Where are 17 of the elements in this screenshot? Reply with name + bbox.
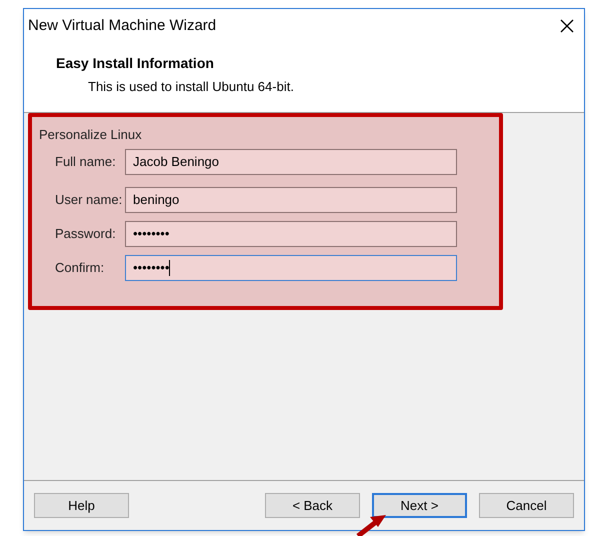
- page-subtitle: This is used to install Ubuntu 64-bit.: [87, 78, 295, 96]
- field-label: Password:: [54, 224, 117, 243]
- input-field[interactable]: ••••••••: [125, 254, 457, 280]
- page-title: Easy Install Information: [56, 54, 215, 73]
- dialog-button[interactable]: Next >: [372, 493, 467, 518]
- field-label: User name:: [54, 190, 124, 209]
- input-field[interactable]: ••••••••: [125, 220, 457, 246]
- input-field[interactable]: beningo: [125, 186, 457, 212]
- close-icon[interactable]: [560, 19, 574, 33]
- dialog-button[interactable]: < Back: [265, 493, 360, 518]
- field-label: Full name:: [54, 152, 117, 171]
- dialog-button[interactable]: Help: [34, 493, 129, 518]
- dialog-button[interactable]: Cancel: [479, 493, 574, 518]
- input-field[interactable]: Jacob Beningo: [125, 148, 457, 174]
- group-title: Personalize Linux: [39, 126, 143, 144]
- field-label: Confirm:: [54, 258, 106, 277]
- window-title: New Virtual Machine Wizard: [28, 16, 216, 36]
